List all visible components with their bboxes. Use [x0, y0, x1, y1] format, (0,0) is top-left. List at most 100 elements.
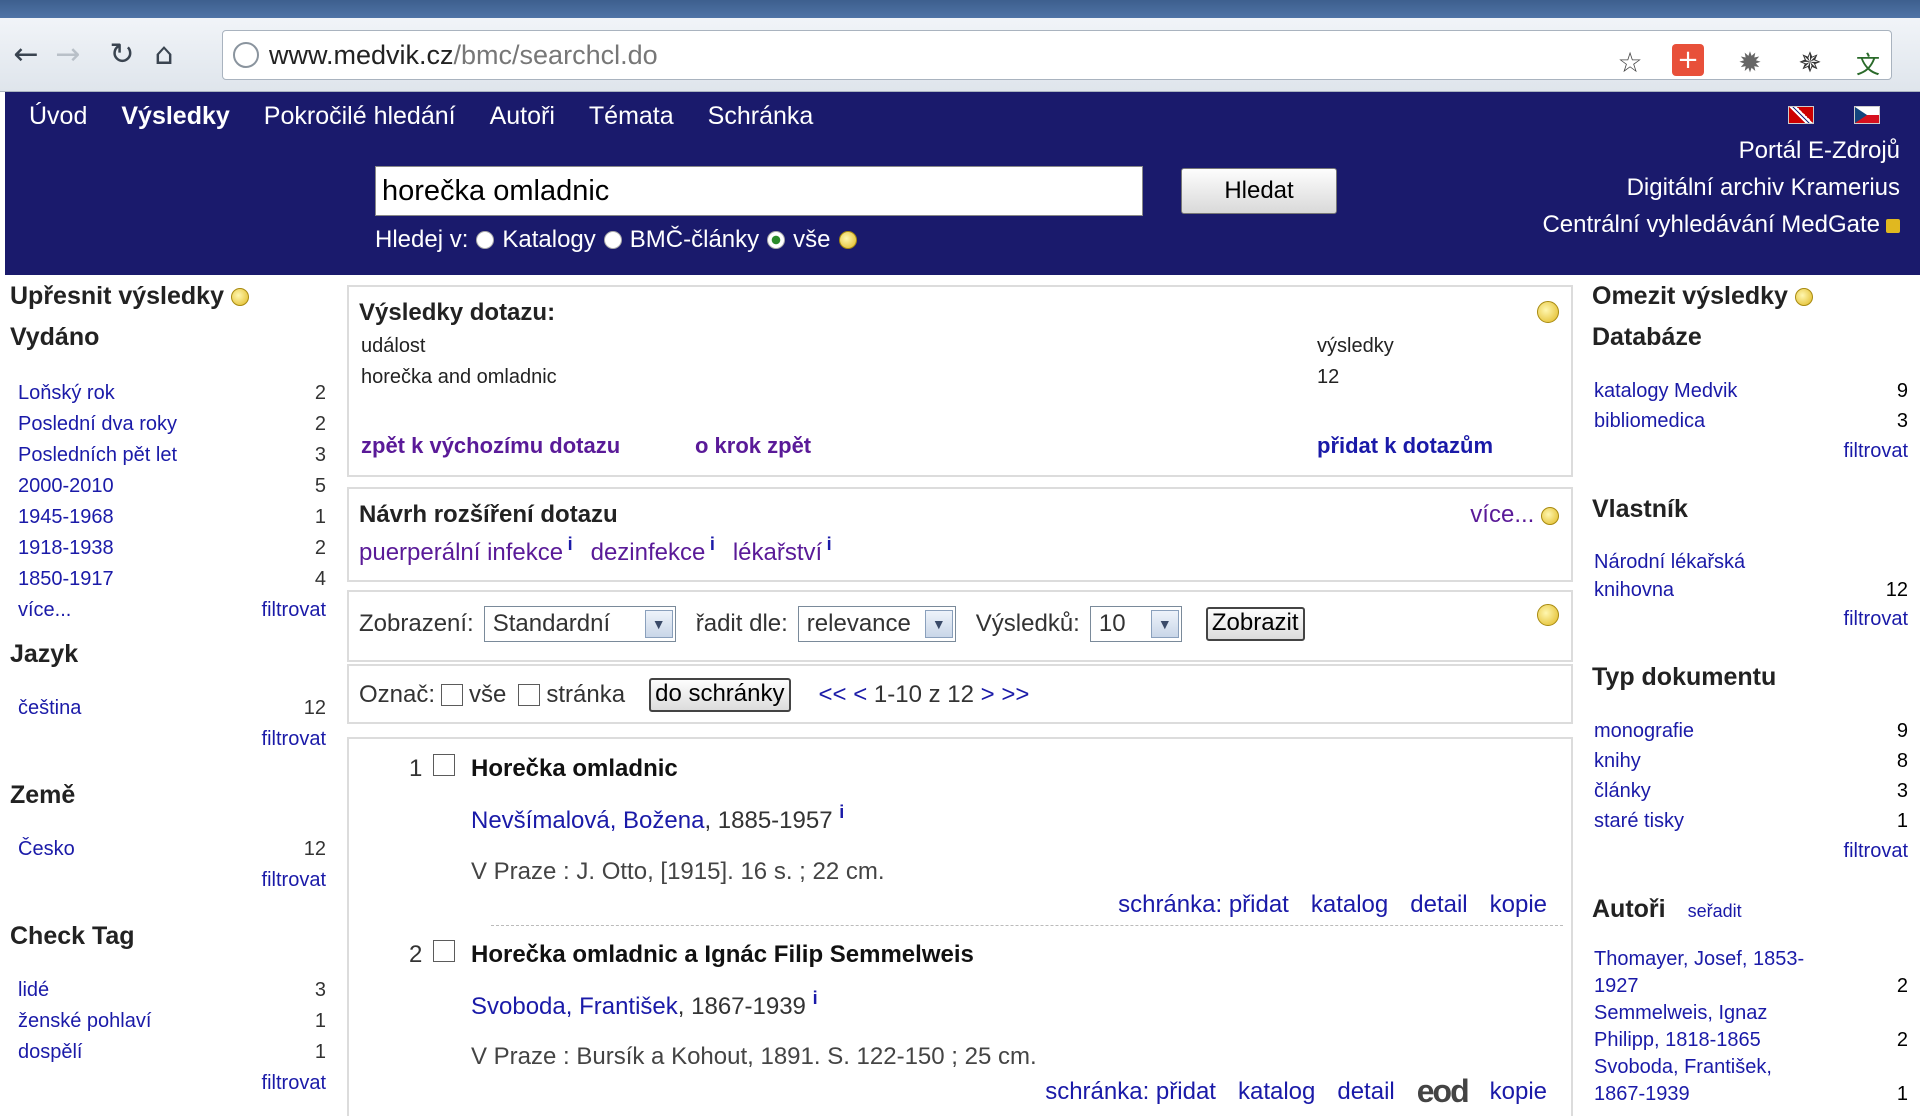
list-item[interactable]: ženské pohlaví 1 [10, 1006, 326, 1037]
mark-page-checkbox[interactable] [518, 684, 541, 706]
list-item[interactable]: monografie 9 [1592, 716, 1908, 746]
help-bulb-icon[interactable] [1541, 506, 1559, 525]
to-clipboard-button[interactable]: do schránky [649, 678, 791, 712]
sort-authors-link[interactable]: seřadit [1688, 901, 1742, 921]
list-item[interactable]: lidé 3 [10, 975, 326, 1006]
czech-flag-icon[interactable] [1854, 106, 1880, 124]
filter-link[interactable]: filtrovat [262, 595, 326, 626]
detail-link[interactable]: detail [1410, 891, 1467, 919]
list-item[interactable]: čeština 12 [10, 693, 326, 724]
step-back-link[interactable]: o krok zpět [695, 433, 811, 459]
home-icon[interactable]: ⌂ [144, 35, 184, 75]
back-arrow-icon[interactable]: ← [6, 35, 46, 75]
sort-select[interactable]: relevance ▼ [797, 606, 956, 642]
list-item[interactable]: Thomayer, Josef, 1853- [1592, 946, 1908, 973]
list-item[interactable]: Semmelweis, Ignaz [1592, 1000, 1908, 1027]
catalog-link[interactable]: katalog [1238, 1078, 1315, 1106]
forward-arrow-icon[interactable]: → [48, 35, 88, 75]
list-item[interactable]: katalogy Medvik 9 [1592, 376, 1908, 406]
list-item[interactable]: 1850-1917 4 [10, 564, 326, 595]
info-icon[interactable]: i [813, 988, 818, 1008]
suggest-term[interactable]: puerperální infekce i [359, 534, 573, 567]
list-item[interactable]: knihovna 12 [1592, 576, 1908, 604]
eod-logo[interactable]: eod [1417, 1073, 1470, 1110]
list-item[interactable]: Česko 12 [10, 834, 326, 865]
info-icon[interactable]: i [710, 534, 715, 554]
copy-link[interactable]: kopie [1490, 891, 1547, 919]
display-button[interactable]: Zobrazit [1205, 607, 1305, 641]
portal-ezdroje-link[interactable]: Portál E-Zdrojů [1542, 132, 1900, 169]
result-title[interactable]: Horečka omladnic a Ignác Filip Semmelwei… [471, 941, 974, 969]
scope-radio-katalogy[interactable] [476, 231, 495, 249]
suggest-term[interactable]: lékařství i [733, 534, 832, 567]
addon-plus-icon[interactable]: + [1672, 44, 1704, 76]
search-button[interactable]: Hledat [1181, 168, 1337, 214]
info-icon[interactable]: i [827, 534, 832, 554]
back-initial-link[interactable]: zpět k výchozímu dotazu [361, 433, 620, 459]
help-bulb-icon[interactable] [1537, 604, 1559, 626]
suggest-term[interactable]: dezinfekce i [591, 534, 715, 567]
filter-link[interactable]: filtrovat [1592, 836, 1908, 867]
list-item[interactable]: 2000-2010 5 [10, 471, 326, 502]
list-item[interactable]: 1918-1938 2 [10, 533, 326, 564]
list-item[interactable]: 1867-1939 1 [1592, 1081, 1908, 1108]
list-item[interactable]: Loňský rok 2 [10, 378, 326, 409]
list-item[interactable]: Philipp, 1818-1865 2 [1592, 1027, 1908, 1054]
bookmark-star-icon[interactable]: ☆ [1612, 44, 1648, 80]
list-item[interactable]: knihy 8 [1592, 746, 1908, 776]
mark-all-checkbox[interactable] [441, 684, 464, 706]
help-bulb-icon[interactable] [1794, 288, 1813, 307]
pager-next-link[interactable]: > [981, 681, 995, 708]
result-title[interactable]: Horečka omladnic [471, 755, 678, 783]
result-checkbox[interactable] [433, 940, 455, 962]
more-link[interactable]: více... [1470, 501, 1534, 528]
add-to-clipboard-link[interactable]: schránka: přidat [1118, 891, 1289, 919]
nav-temata[interactable]: Témata [589, 102, 674, 131]
more-link[interactable]: více... [18, 595, 71, 626]
filter-link[interactable]: filtrovat [10, 724, 326, 755]
portal-kramerius-link[interactable]: Digitální archiv Kramerius [1542, 169, 1900, 206]
detail-link[interactable]: detail [1337, 1078, 1394, 1106]
help-bulb-icon[interactable] [838, 231, 857, 249]
list-item[interactable]: články 3 [1592, 776, 1908, 806]
search-input[interactable] [375, 166, 1143, 216]
help-bulb-icon[interactable] [1537, 301, 1559, 323]
list-item[interactable]: Svoboda, František, [1592, 1054, 1908, 1081]
list-item[interactable]: bibliomedica 3 [1592, 406, 1908, 436]
result-checkbox[interactable] [433, 754, 455, 776]
nav-autori[interactable]: Autoři [490, 102, 555, 131]
list-item[interactable]: staré tisky 1 [1592, 806, 1908, 836]
translate-icon[interactable]: 文 [1850, 44, 1886, 80]
reload-icon[interactable]: ↻ [102, 35, 142, 75]
list-item[interactable]: Poslední dva roky 2 [10, 409, 326, 440]
nav-pokrocile[interactable]: Pokročilé hledání [264, 102, 456, 131]
catalog-link[interactable]: katalog [1311, 891, 1388, 919]
scope-radio-vse[interactable] [767, 231, 786, 249]
info-icon[interactable]: i [568, 534, 573, 554]
nav-uvod[interactable]: Úvod [29, 102, 87, 131]
nav-schranka[interactable]: Schránka [708, 102, 814, 131]
list-item[interactable]: Posledních pět let 3 [10, 440, 326, 471]
add-query-link[interactable]: přidat k dotazům [1317, 433, 1493, 459]
pager-prev-link[interactable]: < [853, 681, 867, 708]
bug-icon[interactable]: ✵ [1792, 44, 1828, 80]
help-bulb-icon[interactable] [230, 288, 249, 307]
list-item[interactable]: Národní lékařská [1592, 548, 1908, 576]
scope-radio-bmc[interactable] [603, 231, 622, 249]
copy-link[interactable]: kopie [1490, 1078, 1547, 1106]
nav-vysledky[interactable]: Výsledky [121, 102, 229, 131]
filter-link[interactable]: filtrovat [1592, 436, 1908, 467]
add-to-clipboard-link[interactable]: schránka: přidat [1045, 1078, 1216, 1106]
list-item[interactable]: 1927 2 [1592, 973, 1908, 1000]
results-count-select[interactable]: 10 ▼ [1089, 606, 1182, 642]
list-item[interactable]: dospělí 1 [10, 1037, 326, 1068]
portal-medgate-link[interactable]: Centrální vyhledávání MedGate [1542, 206, 1900, 243]
author-link[interactable]: Svoboda, František [471, 993, 678, 1020]
english-flag-icon[interactable] [1788, 106, 1814, 124]
author-link[interactable]: Nevšímalová, Božena [471, 807, 704, 834]
filter-link[interactable]: filtrovat [1592, 604, 1908, 635]
list-item[interactable]: 1945-1968 1 [10, 502, 326, 533]
pager-last-link[interactable]: >> [1001, 681, 1029, 708]
display-select[interactable]: Standardní ▼ [483, 606, 676, 642]
gear-icon[interactable]: ✹ [1732, 44, 1768, 80]
